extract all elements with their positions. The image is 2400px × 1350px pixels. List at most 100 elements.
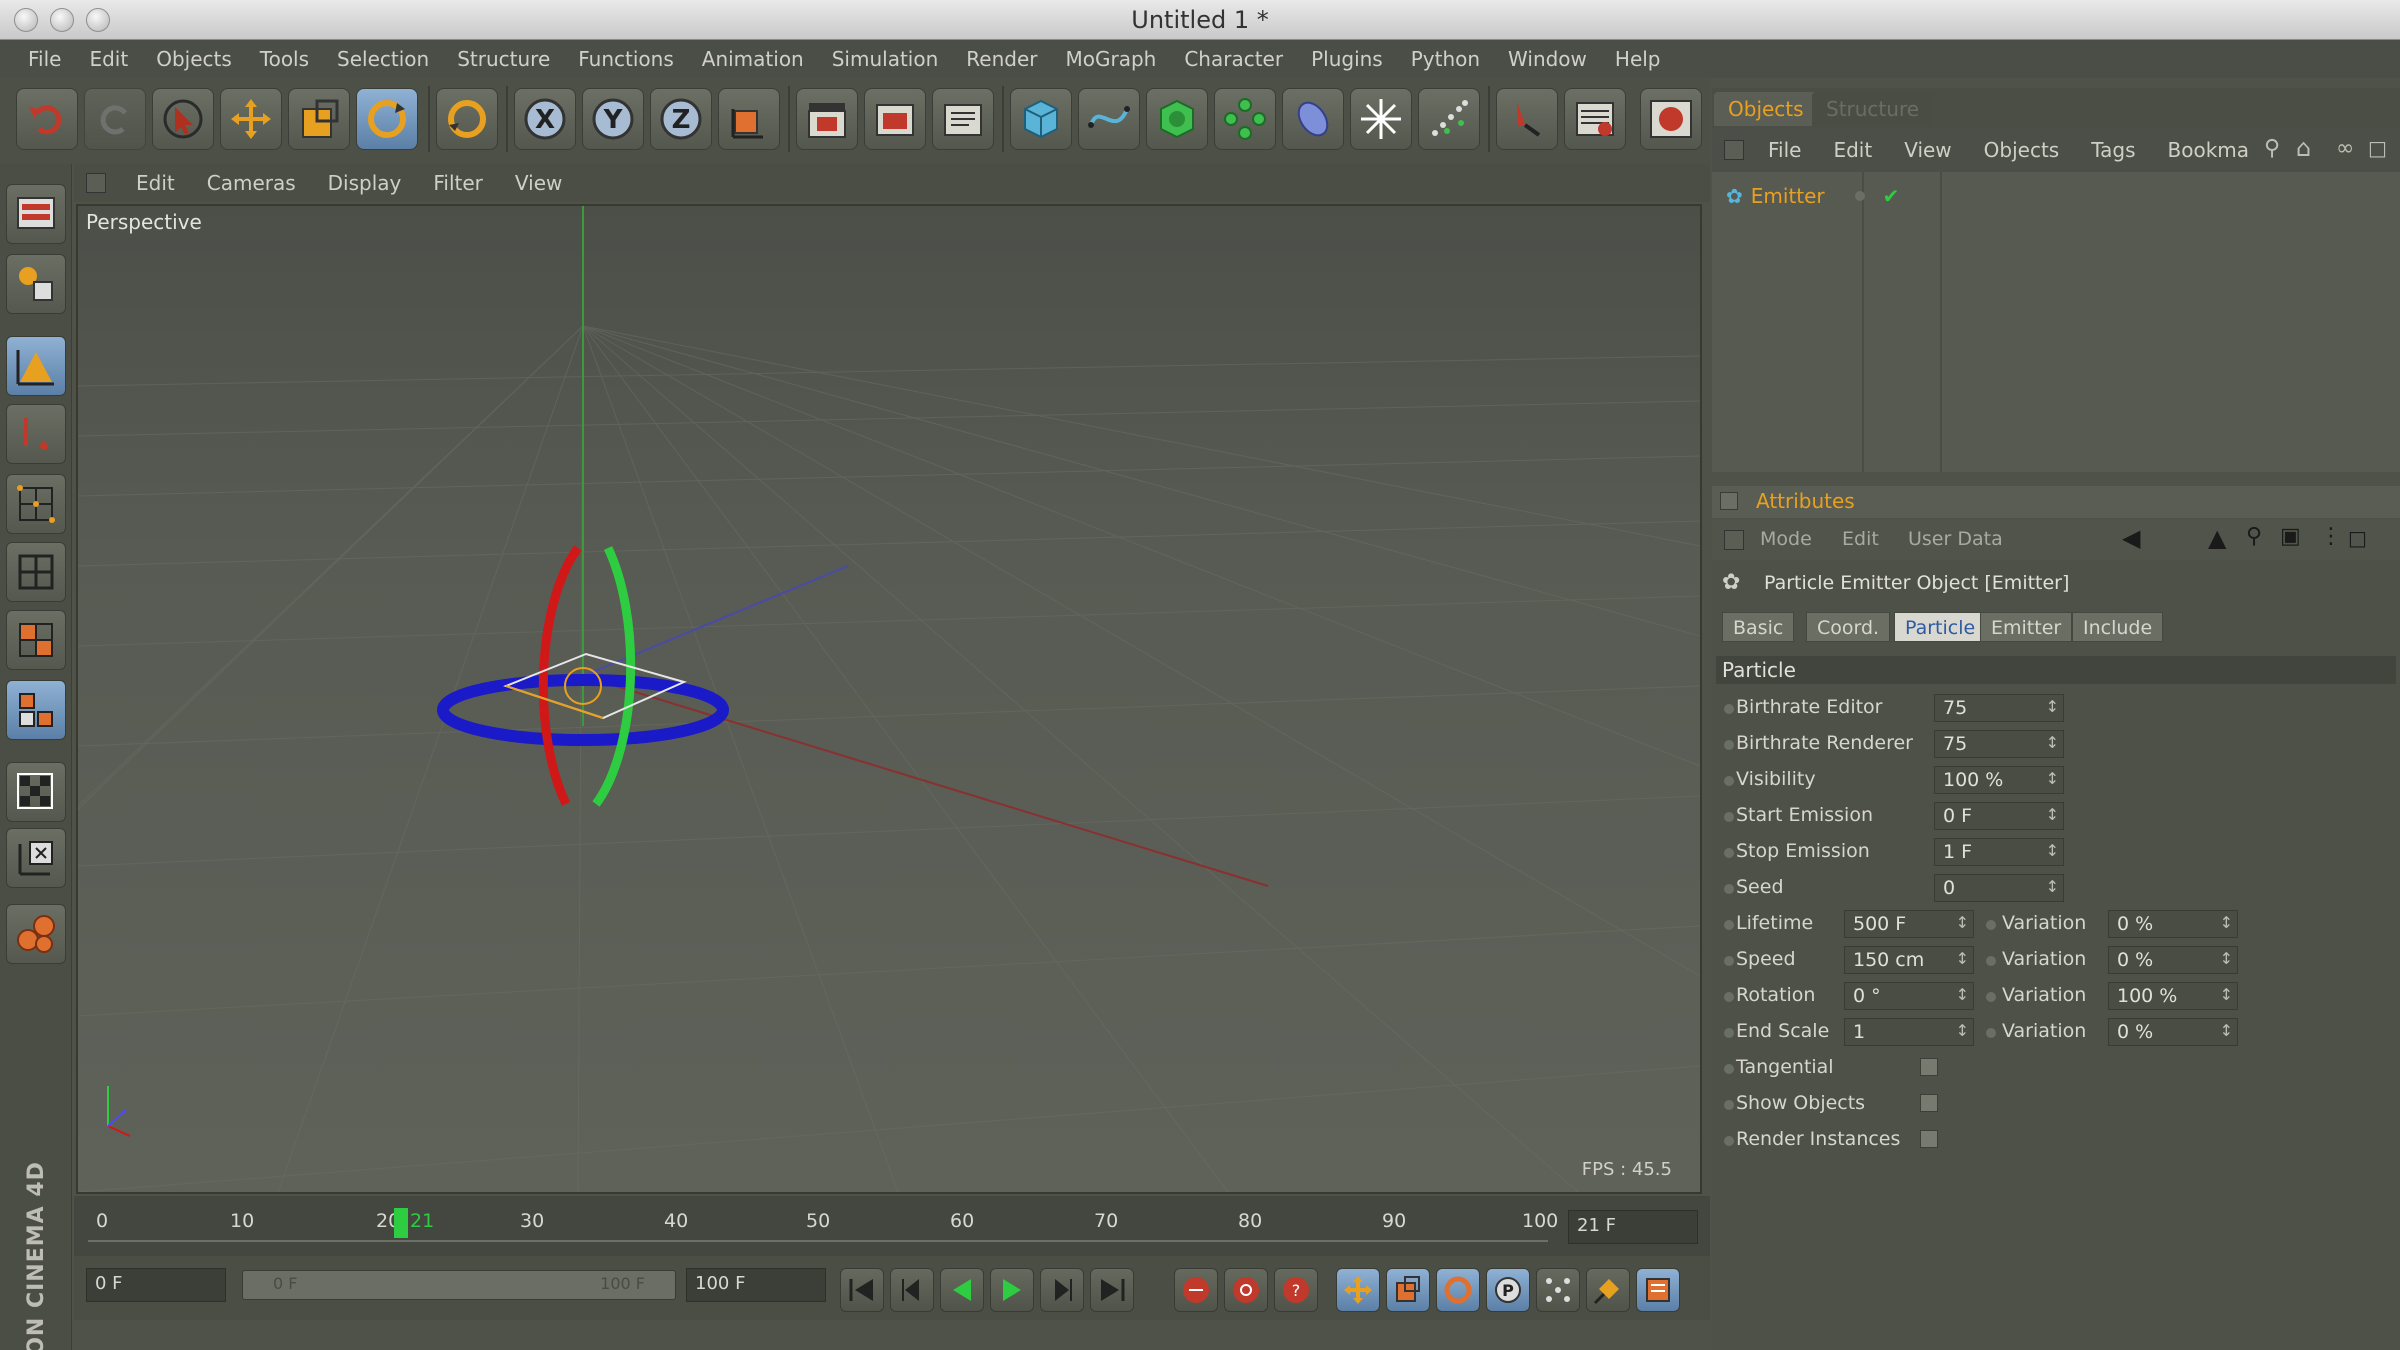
home-icon[interactable]: ⌂ [2296, 134, 2311, 162]
spline-pen-icon[interactable] [1078, 88, 1140, 150]
play-forward-icon[interactable] [990, 1268, 1034, 1312]
tab-emitter[interactable]: Emitter [1980, 612, 2073, 642]
keyframe-interpolation-icon[interactable] [1586, 1268, 1630, 1312]
back-arrow-icon[interactable]: ◀ [2122, 524, 2140, 552]
make-editable-icon[interactable] [6, 184, 66, 244]
previous-key-icon[interactable] [890, 1268, 934, 1312]
stop-emission-field[interactable]: 1 F [1934, 838, 2064, 866]
visibility-dots[interactable] [1854, 191, 1865, 201]
render-settings-2-icon[interactable] [1564, 88, 1626, 150]
polygons-mode-icon[interactable] [6, 610, 66, 670]
object-menu-tags[interactable]: Tags [2075, 138, 2151, 162]
edges-mode-icon[interactable] [6, 542, 66, 602]
start-frame-field[interactable]: 0 F [86, 1268, 226, 1302]
z-axis-lock-icon[interactable]: Z [650, 88, 712, 150]
render-view-icon[interactable] [796, 88, 858, 150]
menu-structure[interactable]: Structure [443, 40, 564, 78]
tab-objects[interactable]: Objects [1714, 92, 1818, 126]
lifetime-field[interactable]: 500 F [1844, 910, 1974, 938]
menu-edit[interactable]: Edit [75, 40, 142, 78]
range-slider[interactable]: 0 F 100 F [242, 1270, 676, 1300]
attr-menu-edit[interactable]: Edit [1842, 528, 1879, 550]
timeline-playhead[interactable] [394, 1208, 408, 1238]
more-icon[interactable]: ⋮ [2320, 524, 2342, 549]
snap-icon[interactable] [6, 762, 66, 822]
live-selection-icon[interactable] [152, 88, 214, 150]
autokeying-icon[interactable] [1224, 1268, 1268, 1312]
tab-structure[interactable]: Structure [1812, 92, 1934, 126]
tab-basic[interactable]: Basic [1722, 612, 1795, 642]
array-icon[interactable] [1214, 88, 1276, 150]
model-mode-icon[interactable] [6, 254, 66, 314]
show-objects-checkbox[interactable] [1920, 1094, 1938, 1112]
seed-field[interactable]: 0 [1934, 874, 2064, 902]
end-scale-field[interactable]: 1 [1844, 1018, 1974, 1046]
menu-window[interactable]: Window [1494, 40, 1601, 78]
scale-key-icon[interactable] [1386, 1268, 1430, 1312]
parameter-key-icon[interactable]: P [1486, 1268, 1530, 1312]
menu-animation[interactable]: Animation [688, 40, 818, 78]
enabled-check-icon[interactable]: ✔ [1883, 184, 1900, 208]
undo-icon[interactable] [16, 88, 78, 150]
menu-help[interactable]: Help [1601, 40, 1675, 78]
search-icon[interactable]: ⚲ [2246, 524, 2262, 549]
redo-icon[interactable] [84, 88, 146, 150]
list-item[interactable]: ✿ Emitter ✔ [1726, 180, 2046, 212]
object-menu-file[interactable]: File [1752, 138, 1817, 162]
birthrate-editor-field[interactable]: 75 [1934, 694, 2064, 722]
object-manager-toggle[interactable] [1724, 140, 1744, 160]
rotation-key-icon[interactable] [1436, 1268, 1480, 1312]
link-icon[interactable]: ∞ [2336, 136, 2354, 161]
recent-tool-icon[interactable] [436, 88, 498, 150]
object-menu-bookmarks[interactable]: Bookma [2152, 138, 2266, 162]
menu-functions[interactable]: Functions [564, 40, 688, 78]
tab-particle[interactable]: Particle [1894, 612, 1987, 642]
move-icon[interactable] [220, 88, 282, 150]
birthrate-renderer-field[interactable]: 75 [1934, 730, 2064, 758]
render-instances-checkbox[interactable] [1920, 1130, 1938, 1148]
rotation-field[interactable]: 0 ° [1844, 982, 1974, 1010]
keyframe-selection-icon[interactable]: ? [1274, 1268, 1318, 1312]
scene-icon[interactable] [1418, 88, 1480, 150]
tab-include[interactable]: Include [2072, 612, 2164, 642]
uvw-mode-icon[interactable] [6, 680, 66, 740]
viewport-toggle[interactable] [86, 173, 106, 193]
y-axis-lock-icon[interactable]: Y [582, 88, 644, 150]
visibility-field[interactable]: 100 % [1934, 766, 2064, 794]
timeline[interactable]: 0 10 20 30 40 50 60 70 80 90 100 21 21 F [74, 1196, 1710, 1256]
record-icon[interactable] [1640, 88, 1702, 150]
menu-render[interactable]: Render [952, 40, 1051, 78]
position-key-icon[interactable] [1336, 1268, 1380, 1312]
go-to-start-icon[interactable] [840, 1268, 884, 1312]
current-frame-field[interactable]: 21 F [1568, 1210, 1698, 1244]
new-panel-icon[interactable]: □ [2348, 526, 2367, 550]
points-mode-icon[interactable] [6, 474, 66, 534]
search-icon[interactable]: ⚲ [2264, 136, 2280, 161]
viewport-menu-view[interactable]: View [499, 164, 578, 202]
play-backward-icon[interactable] [940, 1268, 984, 1312]
new-panel-icon[interactable]: □ [2368, 136, 2387, 160]
particle-icon[interactable] [1350, 88, 1412, 150]
cube-icon[interactable] [1010, 88, 1072, 150]
menu-tools[interactable]: Tools [246, 40, 323, 78]
x-axis-lock-icon[interactable]: X [514, 88, 576, 150]
axis-mode-icon[interactable] [6, 404, 66, 464]
speed-variation-field[interactable]: 0 % [2108, 946, 2238, 974]
coordinate-system-icon[interactable] [718, 88, 780, 150]
object-menu-view[interactable]: View [1888, 138, 1967, 162]
point-level-key-icon[interactable] [1536, 1268, 1580, 1312]
tangential-checkbox[interactable] [1920, 1058, 1938, 1076]
next-key-icon[interactable] [1040, 1268, 1084, 1312]
end-frame-field[interactable]: 100 F [686, 1268, 826, 1302]
scale-icon[interactable] [288, 88, 350, 150]
lock-icon[interactable]: ▣ [2280, 524, 2301, 549]
start-emission-field[interactable]: 0 F [1934, 802, 2064, 830]
attr-menu-user-data[interactable]: User Data [1908, 528, 2003, 550]
mograph-icon[interactable] [6, 904, 66, 964]
object-menu-objects[interactable]: Objects [1968, 138, 2076, 162]
attr-menu-mode[interactable]: Mode [1760, 528, 1812, 550]
object-menu-edit[interactable]: Edit [1817, 138, 1888, 162]
tab-coord[interactable]: Coord. [1806, 612, 1891, 642]
attributes-menu-toggle[interactable] [1724, 530, 1744, 550]
workplane-icon[interactable] [6, 828, 66, 888]
